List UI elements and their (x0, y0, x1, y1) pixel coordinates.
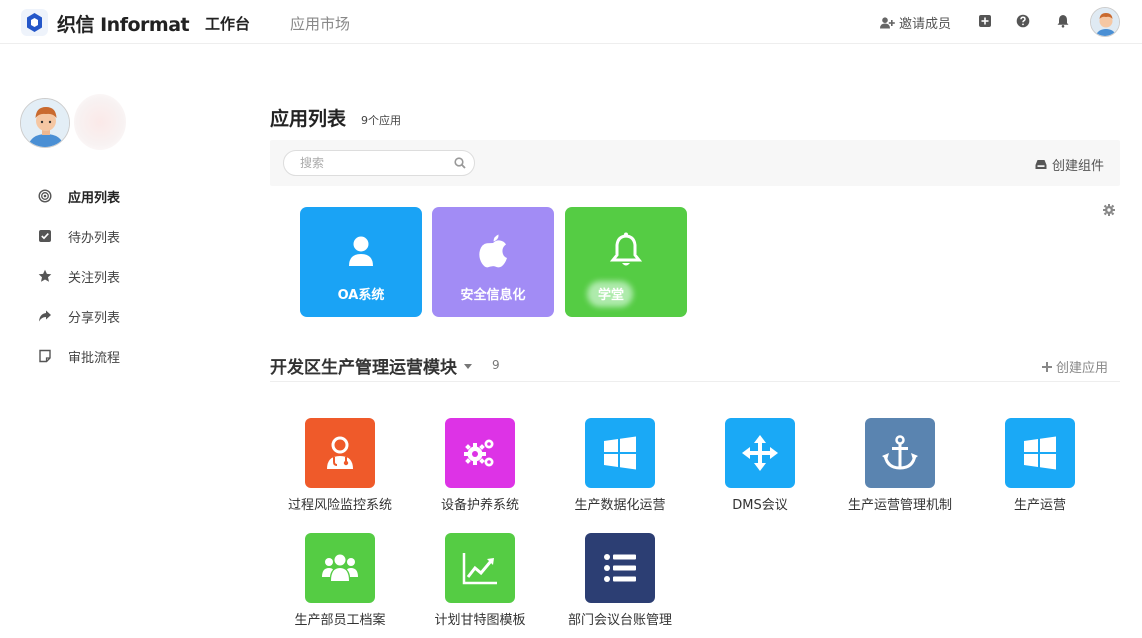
gears-icon (445, 418, 515, 488)
app-process-risk-monitor[interactable]: 过程风险监控系统 (270, 418, 410, 518)
app-label: DMS会议 (732, 498, 788, 513)
sidebar-item-todo-list[interactable]: 待办列表 (38, 225, 188, 247)
apple-icon (473, 231, 513, 271)
search-input[interactable] (300, 156, 450, 170)
invite-members-button[interactable]: 邀请成员 (880, 13, 951, 32)
app-label: 过程风险监控系统 (287, 498, 392, 513)
search-icon[interactable] (454, 157, 466, 169)
app-label: 设备护养系统 (440, 498, 519, 513)
line-chart-icon (445, 533, 515, 603)
profile-name-redacted (74, 94, 126, 150)
section-title-text: 开发区生产管理运营模块 (270, 358, 457, 378)
app-label: 生产部员工档案 (294, 613, 386, 628)
app-ops-mgmt-mechanism[interactable]: 生产运营管理机制 (830, 418, 970, 518)
plus-square-icon[interactable] (977, 13, 993, 29)
help-icon[interactable] (1015, 13, 1031, 29)
create-component-button[interactable]: 创建组件 (1035, 155, 1104, 174)
profile-avatar[interactable] (20, 98, 70, 148)
logo-text[interactable]: 织信 Informat (57, 10, 190, 37)
sidebar-item-label: 审批流程 (68, 350, 121, 366)
settings-gear-icon[interactable] (1103, 204, 1115, 216)
app-production-digital-ops[interactable]: 生产数据化运营 (550, 418, 690, 518)
page-title: 应用列表 (270, 108, 347, 130)
invite-label: 邀请成员 (899, 17, 952, 32)
sidebar-item-app-list[interactable]: 应用列表 (38, 185, 188, 207)
app-label: 生产运营 (1013, 498, 1066, 513)
app-gantt-template[interactable]: 计划甘特图模板 (410, 533, 550, 633)
app-count: 9个应用 (361, 114, 401, 127)
plus-icon (1042, 361, 1052, 372)
sidebar-item-label: 关注列表 (68, 270, 121, 286)
share-arrow-icon (38, 309, 52, 323)
create-app-label: 创建应用 (1056, 361, 1109, 376)
section-title[interactable]: 开发区生产管理运营模块 (270, 353, 473, 378)
list-icon (585, 533, 655, 603)
app-meeting-ledger[interactable]: 部门会议台账管理 (550, 533, 690, 633)
caret-down-icon[interactable] (463, 361, 473, 371)
app-label: 部门会议台账管理 (567, 613, 672, 628)
tab-app-market[interactable]: 应用市场 (290, 13, 350, 34)
checkbox-icon (38, 229, 52, 243)
sidebar-item-label: 待办列表 (68, 230, 121, 246)
add-user-icon (880, 16, 895, 28)
create-app-button[interactable]: 创建应用 (1042, 357, 1108, 376)
top-bar: 织信 Informat 工作台 应用市场 邀请成员 (0, 0, 1142, 44)
search-toolbar: 创建组件 (270, 140, 1120, 186)
tile-security-informatization[interactable]: 安全信息化 (432, 207, 554, 317)
tile-label: 安全信息化 (460, 288, 526, 303)
tile-label: 学堂 (598, 288, 625, 303)
app-equipment-maintenance[interactable]: 设备护养系统 (410, 418, 550, 518)
tile-oa-system[interactable]: OA系统 (300, 207, 422, 317)
tile-school[interactable]: 学堂 (565, 207, 687, 317)
sidebar-item-label: 应用列表 (68, 190, 121, 206)
sidebar-item-label: 分享列表 (68, 310, 121, 326)
windows-icon (585, 418, 655, 488)
sidebar-item-share-list[interactable]: 分享列表 (38, 305, 188, 327)
bell-icon (606, 231, 646, 271)
user-avatar[interactable] (1090, 7, 1120, 37)
app-staff-records[interactable]: 生产部员工档案 (270, 533, 410, 633)
section-divider (270, 381, 1120, 382)
doctor-icon (305, 418, 375, 488)
tab-workbench[interactable]: 工作台 (205, 13, 250, 34)
create-component-label: 创建组件 (1051, 159, 1104, 174)
app-dms-meeting[interactable]: DMS会议 (690, 418, 830, 518)
app-production-ops[interactable]: 生产运营 (970, 418, 1110, 518)
target-icon (38, 189, 52, 203)
star-icon (38, 269, 52, 283)
logo-icon[interactable] (21, 9, 48, 36)
app-label: 计划甘特图模板 (434, 613, 526, 628)
move-arrows-icon (725, 418, 795, 488)
bell-icon[interactable] (1055, 13, 1071, 29)
app-label: 生产数据化运营 (574, 498, 666, 513)
windows-icon (1005, 418, 1075, 488)
user-icon (341, 231, 381, 271)
section-count: 9 (492, 358, 500, 372)
search-box[interactable] (283, 150, 475, 176)
app-label: 生产运营管理机制 (847, 498, 952, 513)
anchor-icon (865, 418, 935, 488)
sidebar-item-approval-flow[interactable]: 审批流程 (38, 345, 188, 367)
note-icon (38, 349, 52, 363)
sidebar-item-follow-list[interactable]: 关注列表 (38, 265, 188, 287)
users-group-icon (305, 533, 375, 603)
inbox-icon (1035, 160, 1047, 169)
tile-label: OA系统 (337, 288, 385, 303)
